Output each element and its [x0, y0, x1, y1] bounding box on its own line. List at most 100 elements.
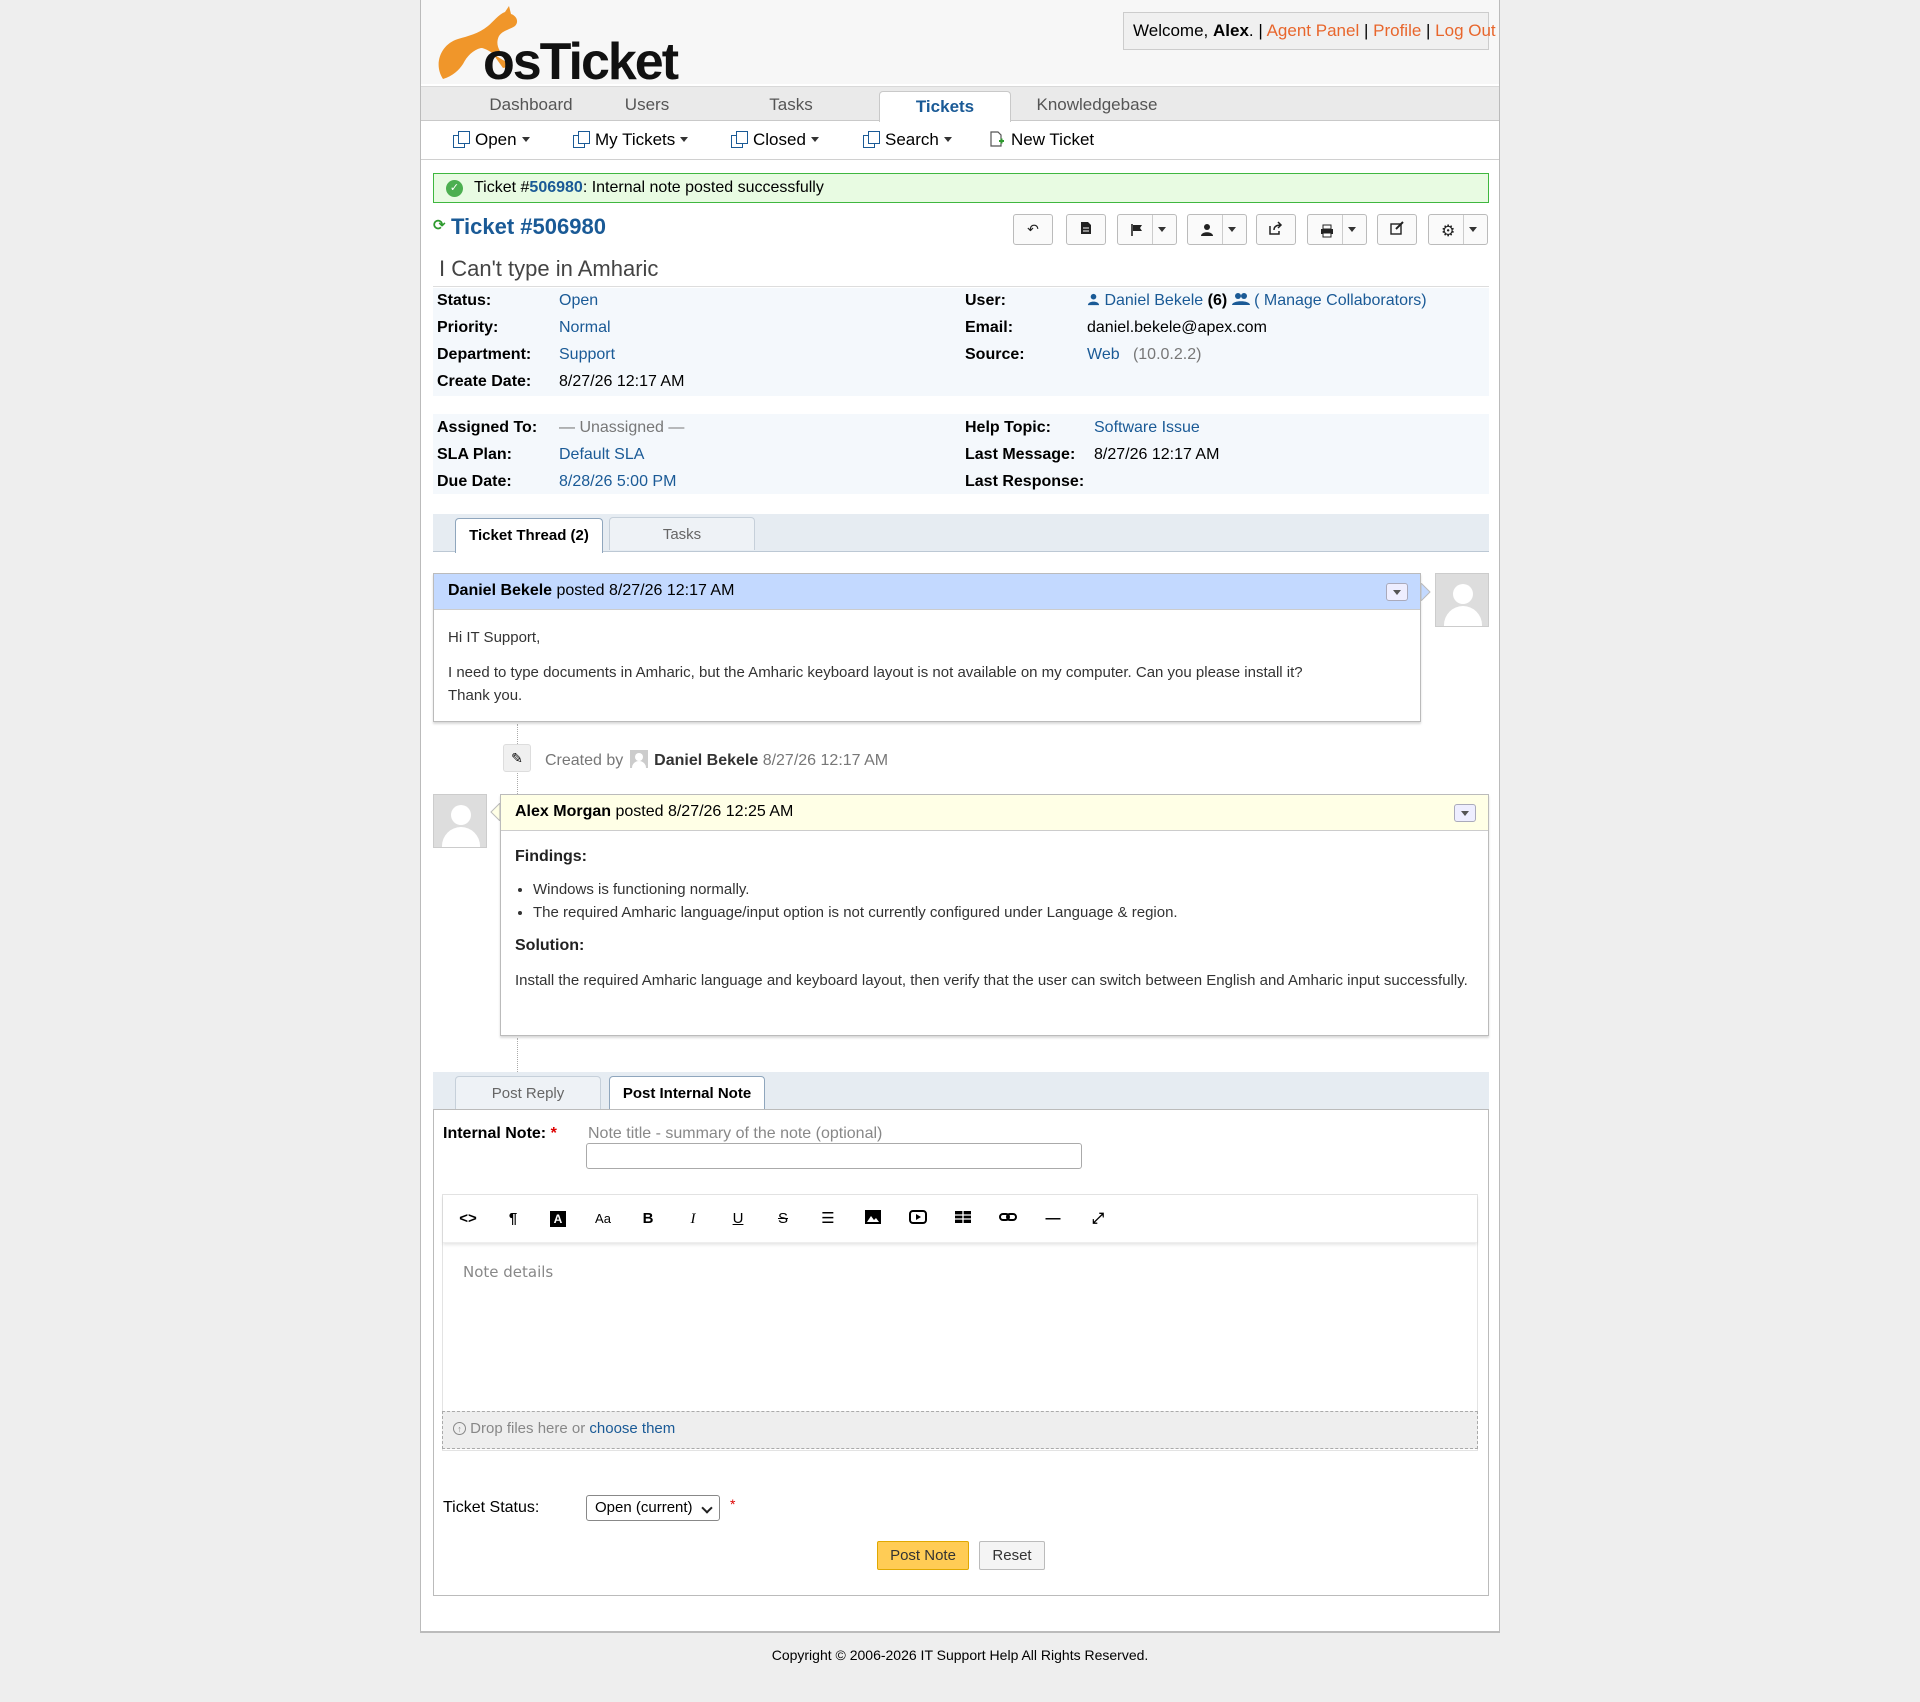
help-topic-label: Help Topic: — [965, 419, 1051, 436]
list-item: Windows is functioning normally. — [533, 878, 1474, 901]
reset-button[interactable]: Reset — [979, 1541, 1045, 1570]
editor-toolbar: <> ¶ A Aa B I U S ☰ — ⤢ — [443, 1195, 1477, 1243]
logout-link[interactable]: Log Out — [1435, 21, 1496, 40]
note-menu-button[interactable] — [1454, 804, 1476, 822]
last-message-label: Last Message: — [965, 446, 1076, 463]
tab-tickets[interactable]: Tickets — [879, 91, 1011, 123]
source-ip: (10.0.2.2) — [1132, 346, 1202, 363]
manage-collaborators-link[interactable]: ( Manage Collaborators) — [1254, 292, 1427, 309]
sub-nav: Open My Tickets Closed Search New Ticket — [421, 122, 1499, 160]
ticket-info-secondary: Assigned To: — Unassigned — SLA Plan: De… — [433, 414, 1489, 494]
share-button[interactable] — [1256, 214, 1296, 245]
ticket-title[interactable]: Ticket #506980 — [451, 214, 606, 240]
notice-ticket-link[interactable]: 506980 — [529, 179, 582, 196]
font-color-icon[interactable]: A — [547, 1209, 569, 1229]
status-label: Status: — [437, 292, 492, 309]
event-time: 8/27/26 12:17 AM — [762, 752, 889, 769]
thread-connector — [517, 1038, 518, 1072]
edit-button[interactable] — [1377, 214, 1417, 245]
message-greeting: Hi IT Support, — [448, 629, 541, 646]
subnav-closed[interactable]: Closed — [731, 130, 819, 150]
link-icon[interactable] — [997, 1209, 1019, 1229]
file-dropzone[interactable]: ↑ Drop files here or choose them — [442, 1411, 1478, 1449]
refresh-icon[interactable]: ⟳ — [433, 218, 447, 233]
reply-button[interactable]: ↶ — [1013, 214, 1053, 245]
source-web[interactable]: Web — [1087, 346, 1120, 363]
tab-knowledgebase[interactable]: Knowledgebase — [1027, 95, 1167, 115]
ticket-subject: I Can't type in Amharic — [439, 256, 659, 281]
video-icon[interactable] — [907, 1209, 929, 1229]
print-button[interactable] — [1307, 214, 1367, 245]
tab-post-internal-note[interactable]: Post Internal Note — [609, 1076, 765, 1111]
caret-down-icon — [810, 137, 819, 142]
font-size-icon[interactable]: Aa — [592, 1209, 614, 1229]
logo[interactable]: osTicket — [433, 4, 679, 91]
subnav-open[interactable]: Open — [453, 130, 530, 150]
subnav-closed-label: Closed — [753, 130, 806, 149]
assigned-label: Assigned To: — [437, 419, 538, 436]
logo-text: osTicket — [483, 33, 679, 91]
due-date-value[interactable]: 8/28/26 5:00 PM — [559, 473, 676, 491]
agent-panel-link[interactable]: Agent Panel — [1267, 21, 1360, 40]
ticket-status-select[interactable]: Open (current) — [586, 1495, 720, 1521]
paragraph-icon[interactable]: ¶ — [502, 1209, 524, 1229]
user-icon — [1201, 224, 1213, 236]
edit-icon — [1390, 221, 1404, 235]
chevron-down-icon — [1348, 227, 1356, 232]
sla-label: SLA Plan: — [437, 446, 512, 463]
thread-message: Daniel Bekele posted 8/27/26 12:17 AM Hi… — [433, 573, 1421, 722]
footer-copyright: Copyright © 2006-2026 IT Support Help Al… — [771, 1647, 1149, 1663]
caret-down-icon — [521, 137, 530, 142]
settings-button[interactable]: ⚙ — [1428, 214, 1488, 245]
findings-heading: Findings: — [515, 848, 587, 865]
note-author: Alex Morgan — [515, 803, 612, 820]
subnav-my-tickets[interactable]: My Tickets — [573, 130, 689, 150]
assign-button[interactable] — [1187, 214, 1247, 245]
user-value[interactable]: Daniel Bekele (6) ( Manage Collaborators… — [1087, 292, 1427, 310]
profile-link[interactable]: Profile — [1373, 21, 1421, 40]
file-button[interactable] — [1066, 214, 1106, 245]
ticket-status-label: Ticket Status: — [443, 1499, 540, 1516]
tab-thread-tasks[interactable]: Tasks — [609, 517, 755, 550]
choose-files-link[interactable]: choose them — [589, 1420, 675, 1437]
notice-message: : Internal note posted successfully — [582, 179, 824, 196]
print-icon — [1321, 224, 1333, 238]
italic-icon[interactable]: I — [682, 1209, 704, 1229]
horizontal-rule-icon[interactable]: — — [1042, 1209, 1064, 1229]
flag-button[interactable] — [1117, 214, 1177, 245]
department-value[interactable]: Support — [559, 346, 615, 364]
post-note-button[interactable]: Post Note — [877, 1541, 969, 1570]
html-code-icon[interactable]: <> — [457, 1209, 479, 1229]
findings-list: Windows is functioning normally. The req… — [515, 878, 1474, 924]
bold-icon[interactable]: B — [637, 1209, 659, 1229]
help-topic-value[interactable]: Software Issue — [1094, 419, 1200, 437]
tab-ticket-thread[interactable]: Ticket Thread (2) — [455, 518, 603, 553]
status-value[interactable]: Open — [559, 292, 598, 310]
strikethrough-icon[interactable]: S — [772, 1209, 794, 1229]
ticket-status-value: Open (current) — [595, 1499, 693, 1516]
note-title-input[interactable] — [586, 1143, 1082, 1169]
sla-value[interactable]: Default SLA — [559, 446, 644, 464]
avatar-small — [629, 750, 648, 768]
tab-tasks[interactable]: Tasks — [751, 95, 831, 115]
tab-users[interactable]: Users — [607, 95, 687, 115]
tab-post-reply[interactable]: Post Reply — [455, 1076, 601, 1109]
subnav-search[interactable]: Search — [863, 130, 952, 150]
note-body: Findings: Windows is functioning normall… — [515, 845, 1474, 992]
solution-heading: Solution: — [515, 937, 585, 954]
list-icon[interactable]: ☰ — [817, 1209, 839, 1229]
message-menu-button[interactable] — [1386, 583, 1408, 601]
table-icon[interactable] — [952, 1209, 974, 1229]
image-icon[interactable] — [862, 1209, 884, 1229]
message-text: I need to type documents in Amharic, but… — [448, 664, 1303, 681]
list-item: The required Amharic language/input opti… — [533, 901, 1474, 924]
tab-dashboard[interactable]: Dashboard — [471, 95, 591, 115]
main-nav: Dashboard Users Tasks Tickets Knowledgeb… — [421, 86, 1499, 123]
speech-pointer — [490, 803, 500, 821]
user-count: (6) — [1207, 292, 1228, 309]
drop-text: Drop files here or — [470, 1420, 590, 1437]
underline-icon[interactable]: U — [727, 1209, 749, 1229]
priority-value[interactable]: Normal — [559, 319, 611, 337]
subnav-new-ticket[interactable]: New Ticket — [989, 130, 1094, 150]
fullscreen-icon[interactable]: ⤢ — [1087, 1209, 1109, 1229]
